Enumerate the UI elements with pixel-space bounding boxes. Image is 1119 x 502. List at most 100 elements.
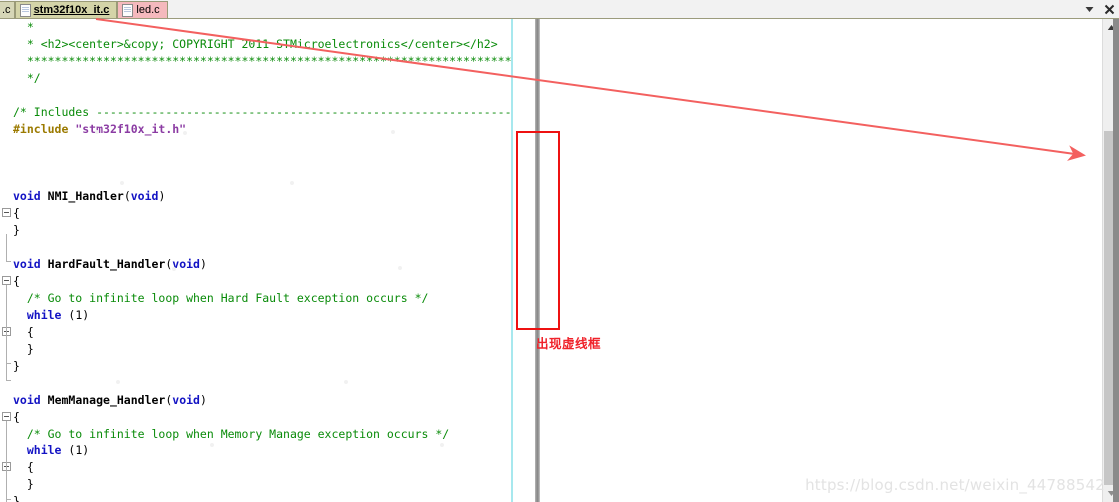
code-token: while [26,443,62,458]
code-token: void [130,189,159,204]
code-line: } [0,222,512,239]
fold-guide-tick [6,379,11,381]
code-token: /* Go to infinite loop when Memory Manag… [13,426,450,441]
secondary-pane[interactable] [540,19,1119,502]
code-line: * [0,19,512,36]
code-line: ****************************************… [0,53,512,70]
editor-tab-bar: .c stm32f10x_it.c led.c [0,0,1119,19]
tab-label: stm32f10x_it.c [33,3,110,16]
code-token: ) [199,257,207,272]
scrollbar-edge [1113,19,1119,502]
code-line: void MemManage_Handler(void) [0,392,512,409]
code-token: MemManage_Handler [47,392,166,407]
code-line: } [0,476,512,493]
code-line: void HardFault_Handler(void) [0,256,512,273]
code-token: void [13,392,41,407]
editor-tab-c[interactable]: .c [0,1,15,18]
print-margin-guide [511,19,513,502]
code-line: } [0,341,512,358]
background-speck [398,266,402,270]
fold-guide-line [6,336,7,363]
watermark-text: https://blog.csdn.net/weixin_44788542 [805,476,1105,494]
code-token: } [13,223,20,238]
code-token: { [13,206,20,221]
code-token: * [13,20,34,34]
background-speck [344,380,348,384]
code-line: { [0,459,512,476]
background-speck [210,443,214,447]
tab-list: .c stm32f10x_it.c led.c [0,0,168,19]
background-speck [172,267,176,271]
code-token: */ [13,70,41,85]
code-token: (1) [61,443,90,458]
background-speck [183,131,187,135]
code-line: } [0,493,512,502]
code-token: { [13,324,34,339]
code-text[interactable]: * * <h2><center>&copy; COPYRIGHT 2011 ST… [0,19,512,502]
code-token: ****************************************… [13,53,512,68]
code-token: * <h2><center>&copy; COPYRIGHT 2011 STMi… [13,36,498,51]
code-token: } [13,494,20,502]
code-line: void NMI_Handler(void) [0,188,512,205]
code-token: ) [199,392,207,407]
code-token: void [172,392,200,407]
code-token: { [13,274,20,289]
source-code-pane[interactable]: * * <h2><center>&copy; COPYRIGHT 2011 ST… [0,19,512,502]
code-token: #include [13,121,69,136]
code-fold-toggle[interactable] [2,411,11,421]
code-token: void [172,257,200,272]
close-icon[interactable] [1104,4,1115,15]
code-token: NMI_Handler [47,189,124,204]
code-token: ) [158,189,166,204]
code-token: } [13,477,34,492]
code-token: /* Go to infinite loop when Hard Fault e… [13,291,429,305]
editor-tab-stm32f10x-it-c[interactable]: stm32f10x_it.c [14,1,118,18]
code-line: * <h2><center>&copy; COPYRIGHT 2011 STMi… [0,36,512,53]
tab-label: led.c [136,3,160,16]
code-line: { [0,409,512,426]
editor-tab-led-c[interactable]: led.c [117,1,168,18]
code-token: HardFault_Handler [47,257,166,272]
fold-guide-line [6,285,7,380]
tab-label: .c [2,3,11,16]
annotation-label: 出现虚线框 [536,336,602,351]
code-token: (1) [61,307,90,322]
code-token: { [13,409,20,424]
code-token: void [13,257,41,272]
annotation-rectangle [516,131,560,330]
code-line: #include "stm32f10x_it.h" [0,121,512,138]
fold-guide-line [6,471,7,499]
chevron-down-icon[interactable] [1084,4,1095,15]
code-line: { [0,324,512,341]
file-icon [122,3,134,17]
code-fold-toggle[interactable] [2,276,11,286]
code-fold-toggle[interactable] [2,208,11,218]
code-token: void [13,189,41,204]
background-speck [440,443,444,447]
file-icon [19,3,31,17]
code-token: while [26,307,62,322]
code-editor-window: .c stm32f10x_it.c led.c * * <h2><center>&c… [0,0,1119,502]
code-line: /* Go to infinite loop when Hard Fault e… [0,290,512,307]
code-token: "stm32f10x_it.h" [75,121,187,136]
code-line: /* Includes ----------------------------… [0,104,512,121]
code-token: { [13,460,34,475]
background-speck [116,380,120,384]
code-line: /* Go to infinite loop when Memory Manag… [0,426,512,443]
fold-guide-tick [6,498,11,500]
fold-guide-tick [6,363,11,364]
fold-guide-tick [6,261,11,263]
code-token: } [13,341,34,356]
code-line: while (1) [0,442,512,459]
code-line: while (1) [0,307,512,324]
